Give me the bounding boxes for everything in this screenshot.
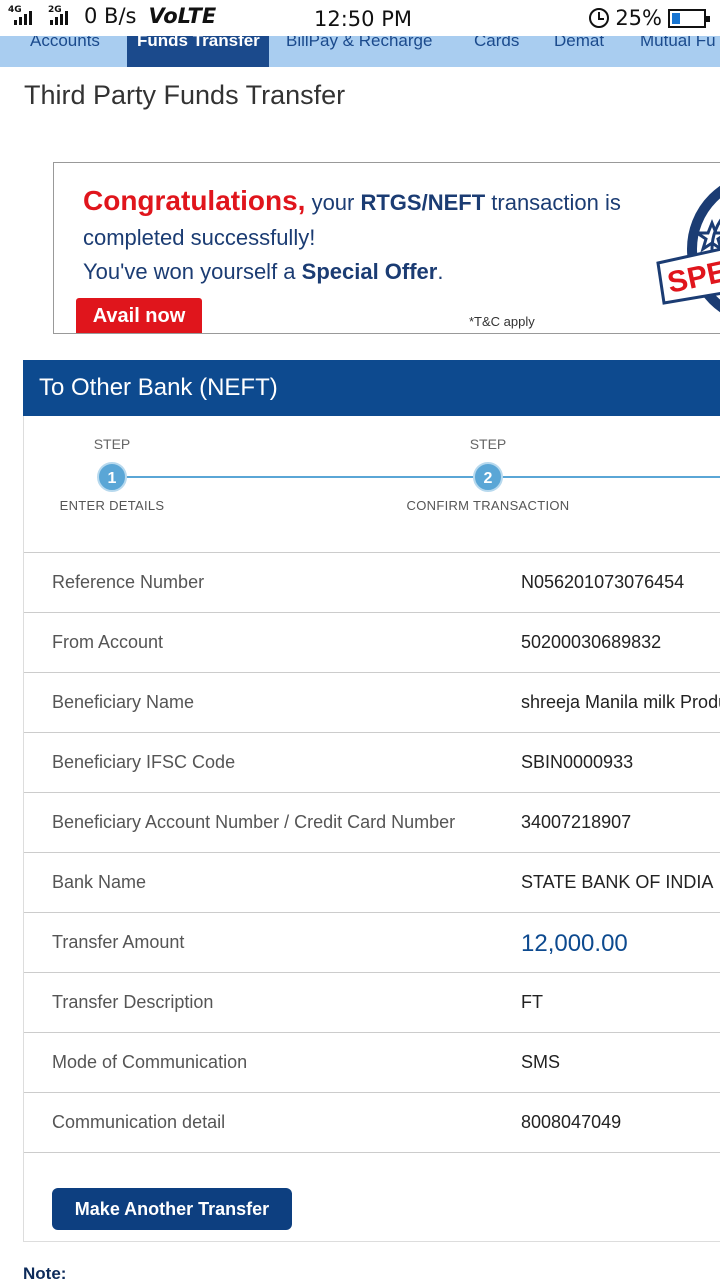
- detail-value: STATE BANK OF INDIA: [521, 872, 714, 892]
- alarm-icon: [589, 8, 610, 28]
- tab-billpay-recharge[interactable]: BillPay & Recharge: [286, 36, 456, 67]
- promo-line-3: You've won yourself a Special Offer.: [83, 259, 444, 284]
- tab-accounts[interactable]: Accounts: [30, 36, 130, 67]
- detail-value: SBIN0000933: [521, 752, 634, 772]
- signal-4g-icon: 4G: [8, 5, 38, 25]
- detail-label: Reference Number: [52, 572, 205, 592]
- stepper: STEP 1 ENTER DETAILS STEP 2 CONFIRM TRAN…: [24, 416, 720, 552]
- detail-label: Transfer Description: [52, 992, 214, 1012]
- battery-percent: 25%: [615, 6, 662, 30]
- details-divider: [24, 1152, 720, 1153]
- clock: 12:50 PM: [314, 7, 412, 31]
- step-2-label: STEP: [469, 436, 507, 452]
- page-title: Third Party Funds Transfer: [24, 80, 346, 110]
- step-1-name: ENTER DETAILS: [59, 498, 165, 513]
- detail-label: Beneficiary IFSC Code: [52, 752, 236, 772]
- detail-row-communication-detail: Communication detail 8008047049: [24, 1092, 720, 1152]
- tab-mutual-funds[interactable]: Mutual Fu: [640, 36, 720, 67]
- status-bar: 4G 2G 0 B/s VoLTE 12:50 PM 25%: [0, 0, 720, 36]
- promo-banner[interactable]: Congratulations, your RTGS/NEFT transact…: [53, 162, 720, 334]
- network-speed: 0 B/s: [84, 4, 137, 28]
- note-label: Note:: [23, 1264, 67, 1280]
- detail-value: 50200030689832: [521, 632, 662, 652]
- signal-2g-icon: 2G: [44, 5, 74, 25]
- step-2-circle: 2: [473, 462, 503, 492]
- detail-value: FT: [521, 992, 543, 1012]
- detail-label: Beneficiary Name: [52, 692, 195, 712]
- detail-label: Beneficiary Account Number / Credit Card…: [52, 812, 456, 832]
- detail-value: 34007218907: [521, 812, 632, 832]
- detail-label: Bank Name: [52, 872, 147, 892]
- detail-value: SMS: [521, 1052, 561, 1072]
- tab-funds-transfer[interactable]: Funds Transfer: [127, 36, 269, 67]
- transaction-details: Reference Number N056201073076454 From A…: [24, 552, 720, 1153]
- section-header-neft: To Other Bank (NEFT): [23, 360, 720, 416]
- detail-row-beneficiary-account: Beneficiary Account Number / Credit Card…: [24, 792, 720, 852]
- detail-label: Communication detail: [52, 1112, 226, 1132]
- detail-row-transfer-amount: Transfer Amount 12,000.00: [24, 912, 720, 972]
- transfer-amount-value: 12,000.00: [521, 930, 628, 957]
- battery-icon: [668, 8, 710, 28]
- step-1-label: STEP: [93, 436, 131, 452]
- make-another-transfer-button[interactable]: Make Another Transfer: [52, 1188, 292, 1230]
- tab-cards[interactable]: Cards: [474, 36, 534, 67]
- transfer-summary-card: STEP 1 ENTER DETAILS STEP 2 CONFIRM TRAN…: [23, 416, 720, 1242]
- detail-label: From Account: [52, 632, 164, 652]
- tab-demat[interactable]: Demat: [554, 36, 614, 67]
- detail-row-mode-of-communication: Mode of Communication SMS: [24, 1032, 720, 1092]
- volte-indicator: VoLTE: [148, 4, 217, 28]
- terms-note: *T&C apply: [469, 314, 535, 329]
- step-1-circle: 1: [97, 462, 127, 492]
- special-offer-stamp-icon: SPE: [656, 185, 720, 313]
- detail-value: shreeja Manila milk Produ: [521, 692, 720, 712]
- stepper-line: [112, 476, 720, 478]
- detail-row-reference-number: Reference Number N056201073076454: [24, 552, 720, 612]
- detail-row-from-account: From Account 50200030689832: [24, 612, 720, 672]
- avail-now-button[interactable]: Avail now: [76, 298, 202, 333]
- detail-label: Mode of Communication: [52, 1052, 248, 1072]
- step-2-name: CONFIRM TRANSACTION: [406, 498, 570, 513]
- promo-headline: Congratulations, your RTGS/NEFT transact…: [83, 185, 621, 216]
- top-tab-nav: Accounts Funds Transfer BillPay & Rechar…: [0, 36, 720, 67]
- detail-label: Transfer Amount: [52, 932, 185, 952]
- detail-row-ifsc-code: Beneficiary IFSC Code SBIN0000933: [24, 732, 720, 792]
- promo-line-2: completed successfully!: [83, 225, 316, 250]
- detail-value: N056201073076454: [521, 572, 685, 592]
- detail-row-beneficiary-name: Beneficiary Name shreeja Manila milk Pro…: [24, 672, 720, 732]
- detail-row-transfer-description: Transfer Description FT: [24, 972, 720, 1032]
- detail-value: 8008047049: [521, 1112, 622, 1132]
- detail-row-bank-name: Bank Name STATE BANK OF INDIA: [24, 852, 720, 912]
